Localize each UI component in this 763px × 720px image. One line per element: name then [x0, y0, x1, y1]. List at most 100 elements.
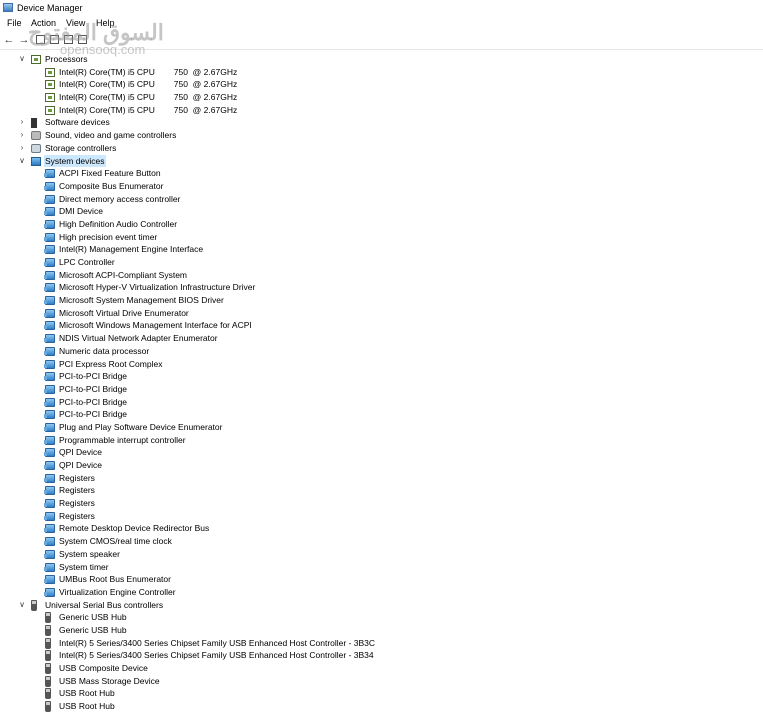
tree-category[interactable]: ∨ Processors	[0, 53, 763, 66]
tree-device[interactable]: System CMOS/real time clock	[0, 535, 763, 548]
tree-device[interactable]: Programmable interrupt controller	[0, 434, 763, 447]
tree-device[interactable]: Intel(R) Core(TM) i5 CPU 750 @ 2.67GHz	[0, 66, 763, 79]
tree-device[interactable]: LPC Controller	[0, 256, 763, 269]
tree-device[interactable]: High precision event timer	[0, 231, 763, 244]
cpu-icon	[45, 67, 55, 77]
tree-device[interactable]: Intel(R) 5 Series/3400 Series Chipset Fa…	[0, 649, 763, 662]
collapse-chevron-icon[interactable]: ∨	[17, 599, 27, 612]
tree-device[interactable]: Intel(R) Core(TM) i5 CPU 750 @ 2.67GHz	[0, 78, 763, 91]
tree-item-label: PCI-to-PCI Bridge	[59, 409, 128, 420]
tree-item-label: Processors	[45, 54, 88, 64]
forward-arrow-icon[interactable]: →	[18, 34, 30, 46]
collapse-chevron-icon[interactable]: ∨	[17, 53, 27, 66]
cpu-icon	[45, 105, 55, 115]
tree-device[interactable]: Generic USB Hub	[0, 611, 763, 624]
tree-device[interactable]: PCI-to-PCI Bridge	[0, 383, 763, 396]
menu-view[interactable]: View	[66, 18, 85, 28]
expand-chevron-icon[interactable]: ›	[17, 129, 27, 142]
tree-item-label: Intel(R) 5 Series/3400 Series Chipset Fa…	[59, 637, 376, 648]
tree-device[interactable]: Direct memory access controller	[0, 193, 763, 206]
tree-device[interactable]: DMI Device	[0, 205, 763, 218]
tree-device[interactable]: Numeric data processor	[0, 345, 763, 358]
system-device-icon	[44, 511, 55, 521]
tree-device[interactable]: Microsoft Hyper-V Virtualization Infrast…	[0, 281, 763, 294]
properties-icon[interactable]	[36, 35, 45, 44]
title-bar: Device Manager	[0, 0, 763, 17]
expand-chevron-icon[interactable]: ›	[17, 116, 27, 129]
tree-category[interactable]: ∨ System devices	[0, 154, 763, 168]
tree-device[interactable]: USB Mass Storage Device	[0, 675, 763, 688]
help-icon[interactable]	[64, 35, 73, 44]
tree-device[interactable]: Plug and Play Software Device Enumerator	[0, 421, 763, 434]
tree-device[interactable]: USB Composite Device	[0, 662, 763, 675]
menu-file[interactable]: File	[7, 18, 22, 28]
tree-device[interactable]: Generic USB Hub	[0, 624, 763, 637]
tree-device[interactable]: UMBus Root Bus Enumerator	[0, 573, 763, 586]
tree-device[interactable]: QPI Device	[0, 446, 763, 459]
software-icon	[31, 118, 37, 129]
tree-device[interactable]: Registers	[0, 484, 763, 497]
system-device-icon	[44, 524, 55, 534]
back-arrow-icon[interactable]: ←	[3, 34, 15, 46]
tree-device[interactable]: ACPI Fixed Feature Button	[0, 167, 763, 180]
tree-device[interactable]: Intel(R) Core(TM) i5 CPU 750 @ 2.67GHz	[0, 91, 763, 104]
tree-device[interactable]: USB Root Hub	[0, 700, 763, 713]
tree-device[interactable]: Registers	[0, 472, 763, 485]
expand-chevron-icon[interactable]: ›	[17, 142, 27, 155]
tree-device[interactable]: Remote Desktop Device Redirector Bus	[0, 522, 763, 535]
show-hidden-icon[interactable]	[50, 35, 59, 44]
sound-icon	[31, 131, 41, 141]
tree-device[interactable]: PCI Express Root Complex	[0, 358, 763, 371]
tree-item-label: Registers	[59, 510, 95, 521]
system-device-icon	[44, 232, 55, 242]
tree-item-label: DMI Device	[59, 206, 103, 217]
system-device-icon	[44, 194, 55, 204]
collapse-chevron-icon[interactable]: ∨	[17, 155, 27, 168]
device-tree[interactable]: ∨ Processors Intel(R) Core(TM) i5 CPU 750 …	[0, 53, 763, 713]
tree-device[interactable]: System speaker	[0, 548, 763, 561]
tree-item-label: Plug and Play Software Device Enumerator	[59, 421, 223, 432]
system-device-icon	[44, 346, 55, 356]
tree-item-label: Composite Bus Enumerator	[59, 180, 164, 191]
tree-device[interactable]: Intel(R) Core(TM) i5 CPU 750 @ 2.67GHz	[0, 104, 763, 117]
menu-bar: File Action View Help	[0, 17, 763, 31]
tree-device[interactable]: USB Root Hub	[0, 687, 763, 700]
tree-device[interactable]: Registers	[0, 497, 763, 510]
tree-item-label: PCI-to-PCI Bridge	[59, 383, 128, 394]
usb-icon	[45, 675, 51, 687]
tree-item-label: Intel(R) Core(TM) i5 CPU 750 @ 2.67GHz	[59, 92, 238, 103]
system-device-icon	[44, 181, 55, 191]
tree-category[interactable]: › Storage controllers	[0, 142, 763, 155]
tree-device[interactable]: PCI-to-PCI Bridge	[0, 370, 763, 383]
tree-device[interactable]: Intel(R) 5 Series/3400 Series Chipset Fa…	[0, 637, 763, 650]
tree-device[interactable]: Microsoft System Management BIOS Driver	[0, 294, 763, 307]
tree-device[interactable]: PCI-to-PCI Bridge	[0, 408, 763, 421]
tree-category[interactable]: › Software devices	[0, 116, 763, 129]
system-device-icon	[44, 461, 55, 470]
usb-icon	[45, 637, 51, 649]
tree-device[interactable]: System timer	[0, 561, 763, 574]
tree-device[interactable]: NDIS Virtual Network Adapter Enumerator	[0, 332, 763, 345]
tree-category[interactable]: ∨ Universal Serial Bus controllers	[0, 599, 763, 612]
tree-device[interactable]: QPI Device	[0, 459, 763, 472]
tree-device[interactable]: Microsoft ACPI-Compliant System	[0, 269, 763, 282]
tree-item-label: Microsoft Hyper-V Virtualization Infrast…	[59, 282, 256, 293]
tree-item-label: Intel(R) Core(TM) i5 CPU 750 @ 2.67GHz	[59, 66, 238, 77]
tree-device[interactable]: High Definition Audio Controller	[0, 218, 763, 231]
menu-action[interactable]: Action	[31, 18, 56, 28]
menu-help[interactable]: Help	[96, 18, 115, 28]
tree-device[interactable]: Microsoft Windows Management Interface f…	[0, 319, 763, 332]
tree-item-label: High precision event timer	[59, 231, 158, 242]
tree-device[interactable]: Intel(R) Management Engine Interface	[0, 243, 763, 256]
scan-hardware-icon[interactable]	[78, 35, 87, 44]
cpu-icon	[45, 80, 55, 90]
cpu-icon	[45, 93, 55, 103]
tree-device[interactable]: Registers	[0, 510, 763, 523]
tree-device[interactable]: Microsoft Virtual Drive Enumerator	[0, 307, 763, 320]
tree-device[interactable]: Composite Bus Enumerator	[0, 180, 763, 193]
tree-device[interactable]: PCI-to-PCI Bridge	[0, 396, 763, 409]
tree-category[interactable]: › Sound, video and game controllers	[0, 129, 763, 142]
usb-icon	[45, 624, 51, 636]
tree-device[interactable]: Virtualization Engine Controller	[0, 586, 763, 599]
system-device-icon	[44, 296, 55, 306]
